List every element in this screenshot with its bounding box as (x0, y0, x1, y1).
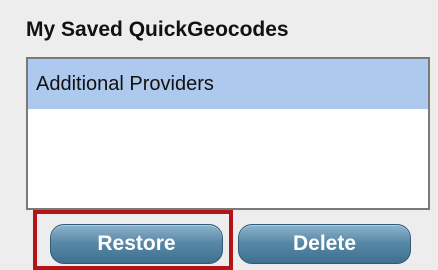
list-item-additional-providers[interactable]: Additional Providers (28, 59, 428, 109)
restore-button[interactable]: Restore (50, 224, 223, 264)
saved-quickgeocodes-list[interactable]: Additional Providers (26, 57, 430, 210)
delete-button[interactable]: Delete (238, 224, 411, 264)
panel-title: My Saved QuickGeocodes (26, 18, 289, 41)
